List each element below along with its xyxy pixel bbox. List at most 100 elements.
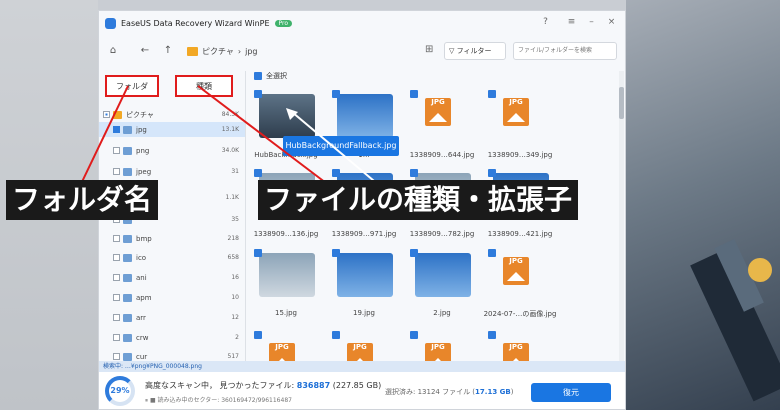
tree-item-jpeg[interactable]: jpeg 31 — [99, 164, 245, 179]
checkbox-checked-icon[interactable] — [488, 90, 496, 98]
folder-icon — [187, 46, 198, 56]
jpg-file-icon: JPG — [503, 257, 529, 285]
file-tile[interactable] — [329, 249, 395, 303]
checkbox-checked-icon[interactable] — [410, 331, 418, 339]
annotation-file-type: ファイルの種類・拡張子 — [258, 180, 579, 220]
folder-icon — [123, 234, 132, 243]
image-thumbnail — [337, 94, 393, 138]
file-tile[interactable]: JPG — [407, 331, 473, 361]
checkbox-checked-icon[interactable] — [254, 169, 262, 177]
checkbox-checked-icon[interactable] — [254, 249, 262, 257]
file-caption: 1338909…971.jpg — [331, 230, 397, 238]
file-tile[interactable] — [407, 249, 473, 303]
selected-summary: 選択済み: 13124 ファイル (17.13 GB) — [385, 388, 514, 396]
tree-item-jpg[interactable]: jpg 13.1K — [99, 122, 245, 137]
checkbox-checked-icon[interactable] — [488, 249, 496, 257]
stop-icon[interactable]: ■ — [150, 397, 156, 404]
tree-checkbox[interactable] — [113, 254, 120, 261]
pause-icon[interactable]: ⏸ — [145, 397, 148, 404]
file-caption: 1338909…349.jpg — [487, 151, 553, 159]
tree-checkbox[interactable] — [113, 168, 120, 175]
up-arrow-icon[interactable]: ↑ — [159, 42, 177, 60]
tree-item-ani[interactable]: ani 16 — [99, 270, 245, 285]
tree-item-crw[interactable]: crw 2 — [99, 330, 245, 345]
file-caption: 2024-07-…の画像.jpg — [483, 310, 557, 318]
checkbox-checked-icon[interactable] — [332, 249, 340, 257]
jpg-file-icon: JPG — [425, 98, 451, 126]
tree-checkbox[interactable] — [113, 274, 120, 281]
folder-icon — [123, 313, 132, 322]
search-input[interactable]: ファイル/フォルダーを検索 — [513, 42, 617, 60]
checkbox-checked-icon[interactable] — [410, 249, 418, 257]
annotation-folder-name: フォルダ名 — [6, 180, 159, 220]
progress-ring: 29% — [105, 376, 135, 406]
folder-icon — [123, 125, 132, 134]
file-tile[interactable] — [251, 249, 317, 303]
filter-button[interactable]: ▽ フィルター — [444, 42, 506, 60]
tree-checkbox[interactable] — [113, 147, 120, 154]
breadcrumb-separator: › — [237, 46, 242, 56]
image-thumbnail — [415, 253, 471, 297]
tree-checkbox[interactable] — [113, 294, 120, 301]
checkbox-checked-icon[interactable] — [254, 90, 262, 98]
checkbox-checked-icon[interactable] — [332, 331, 340, 339]
tree-checkbox[interactable] — [113, 235, 120, 242]
tab-type[interactable]: 種類 — [175, 75, 233, 97]
file-tile[interactable]: JPG — [329, 331, 395, 361]
tree-checkbox[interactable] — [113, 334, 120, 341]
jpg-file-icon: JPG — [347, 343, 373, 361]
folder-icon — [113, 110, 122, 119]
pro-badge: Pro — [274, 19, 293, 27]
grid-scrollbar-thumb[interactable] — [619, 87, 624, 119]
breadcrumb-leaf: jpg — [245, 46, 258, 56]
checkbox-checked-icon[interactable] — [488, 169, 496, 177]
tree-checkbox[interactable] — [103, 111, 110, 118]
tree-item-arr[interactable]: arr 12 — [99, 310, 245, 325]
grid-view-icon[interactable]: ⊞ — [425, 44, 433, 55]
panel-divider — [245, 71, 246, 361]
tree-item-bmp[interactable]: bmp 218 — [99, 231, 245, 246]
file-tile[interactable]: JPG — [485, 331, 551, 361]
menu-icon[interactable]: ≡ — [565, 16, 578, 29]
tree-checkbox[interactable] — [113, 353, 120, 360]
folder-icon — [123, 333, 132, 342]
tab-folder[interactable]: フォルダ — [105, 75, 159, 97]
select-all-checkbox[interactable]: 全選択 — [254, 71, 287, 81]
select-all-label: 全選択 — [266, 72, 287, 80]
filename-tooltip: HubBackgroundFallback.jpg — [283, 136, 399, 156]
back-arrow-icon[interactable]: ← — [136, 42, 154, 60]
file-tile[interactable]: JPG — [485, 90, 551, 144]
scan-status: 高度なスキャン中， 見つかったファイル: 836887 (227.85 GB) — [145, 381, 382, 390]
file-caption: 15.jpg — [275, 309, 297, 317]
scan-path-status: 検索中: …¥png¥PNG_000048.png — [99, 361, 625, 372]
tree-checkbox[interactable] — [113, 314, 120, 321]
file-tile[interactable]: JPG — [407, 90, 473, 144]
tree-checkbox[interactable] — [113, 126, 120, 133]
close-icon[interactable]: × — [605, 16, 618, 29]
checkbox-checked-icon[interactable] — [332, 169, 340, 177]
tree-item-ico[interactable]: ico 658 — [99, 250, 245, 265]
tree-item-png[interactable]: png 34.0K — [99, 143, 245, 158]
file-tile[interactable]: JPG — [485, 249, 551, 303]
checkbox-checked-icon[interactable] — [254, 331, 262, 339]
file-caption: 2.jpg — [433, 309, 451, 317]
breadcrumb-root[interactable]: ピクチャ — [202, 46, 234, 57]
tree-item-apm[interactable]: apm 10 — [99, 290, 245, 305]
file-tile[interactable]: JPG — [251, 331, 317, 361]
checkbox-checked-icon — [254, 72, 262, 80]
checkbox-checked-icon[interactable] — [410, 90, 418, 98]
found-count: 836887 — [296, 381, 331, 390]
help-icon[interactable]: ? — [539, 16, 552, 29]
image-thumbnail — [259, 94, 315, 138]
image-thumbnail — [337, 253, 393, 297]
home-icon[interactable]: ⌂ — [104, 42, 122, 60]
checkbox-checked-icon[interactable] — [488, 331, 496, 339]
folder-icon — [123, 253, 132, 262]
jpg-file-icon: JPG — [425, 343, 451, 361]
minimize-icon[interactable]: – — [585, 16, 598, 29]
recover-button[interactable]: 復元 — [531, 383, 611, 402]
tree-item-pictures[interactable]: ピクチャ 84.3K — [99, 107, 245, 122]
file-caption: 1338909…782.jpg — [409, 230, 475, 238]
checkbox-checked-icon[interactable] — [410, 169, 418, 177]
checkbox-checked-icon[interactable] — [332, 90, 340, 98]
